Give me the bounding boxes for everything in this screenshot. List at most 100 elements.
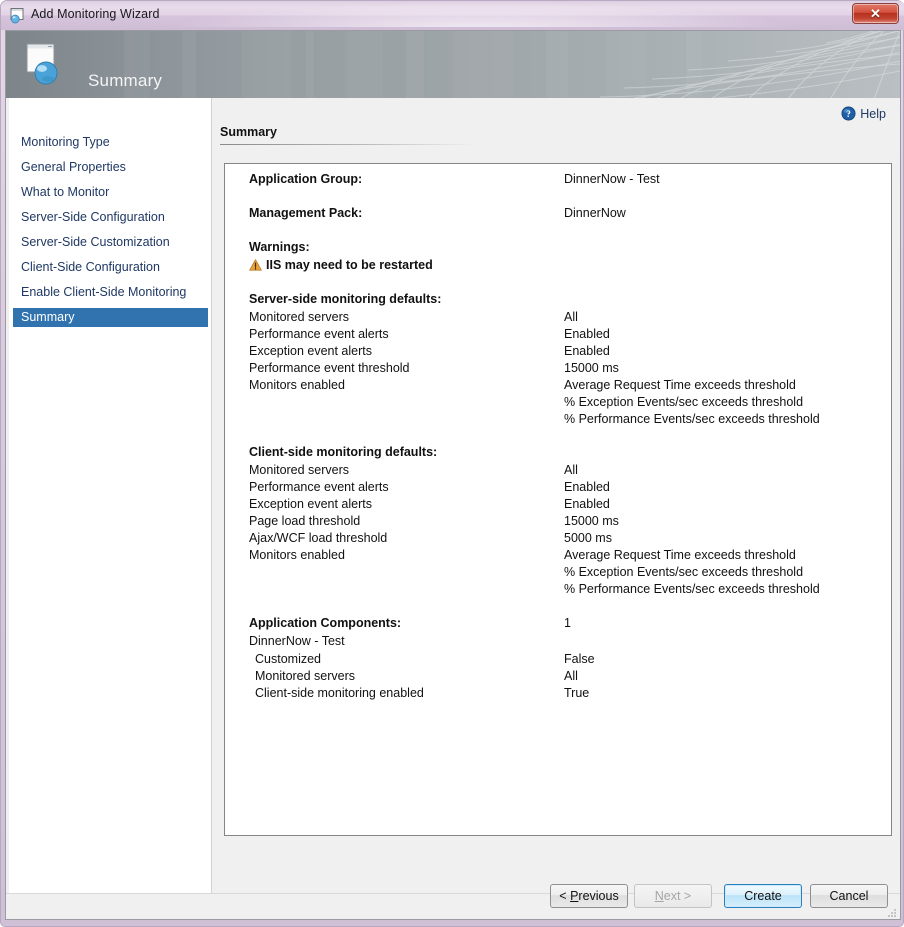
next-button: Next > <box>634 884 712 908</box>
summary-row-application-group: Application Group: DinnerNow - Test <box>225 172 891 189</box>
summary-row-server-monitors-enabled: Monitors enabledAverage Request Time exc… <box>225 378 891 395</box>
summary-value-client-ajax-wcf-load-threshold: 5000 ms <box>564 531 612 545</box>
summary-row-client-ajax-wcf-load-threshold: Ajax/WCF load threshold 5000 ms <box>225 531 891 548</box>
summary-row-server-performance-event-threshold: Performance event threshold 15000 ms <box>225 361 891 378</box>
summary-row-component-monitored-servers: Monitored serversAll <box>225 669 891 686</box>
next-accel: N <box>655 889 664 903</box>
title-divider <box>220 144 473 145</box>
summary-value-client-monitor-performance-events: % Performance Events/sec exceeds thresho… <box>564 582 820 596</box>
cancel-label: Cancel <box>830 889 869 903</box>
summary-row-server-monitored-servers: Monitored servers All <box>225 310 891 327</box>
close-button[interactable]: ✕ <box>852 3 899 24</box>
wizard-window-icon <box>9 7 27 25</box>
cancel-button[interactable]: Cancel <box>810 884 888 908</box>
summary-value-server-monitors-enabled: Average Request Time exceeds threshold <box>564 378 796 392</box>
summary-value-client-page-load-threshold: 15000 ms <box>564 514 619 528</box>
sidebar-item-what-to-monitor[interactable]: What to Monitor <box>13 183 208 202</box>
summary-label-client-monitors-enabled: Monitors enabled <box>249 548 345 562</box>
summary-row-component-client-side-monitoring-enabled: Client-side monitoring enabled True <box>225 686 891 703</box>
summary-label-server-performance-event-alerts: Performance event alerts <box>249 327 389 341</box>
summary-value-component-monitored-servers: All <box>564 669 578 683</box>
summary-value-server-monitor-exception-events: % Exception Events/sec exceeds threshold <box>564 395 803 409</box>
summary-label-client-exception-event-alerts: Exception event alerts <box>249 497 372 511</box>
client-area: Summary Monitoring Type General Properti… <box>5 30 901 920</box>
summary-row-server-performance-event-alerts: Performance event alerts Enabled <box>225 327 891 344</box>
summary-label-component-customized: Customized <box>255 652 321 666</box>
sidebar-item-enable-client-side-monitoring[interactable]: Enable Client-Side Monitoring <box>13 283 208 302</box>
wizard-banner: Summary <box>6 31 900 98</box>
close-icon: ✕ <box>853 4 898 23</box>
summary-panel: Application Group: DinnerNow - Test Manage… <box>224 163 892 836</box>
summary-label-server-side-defaults: Server-side monitoring defaults: <box>249 292 441 306</box>
wizard-window: Add Monitoring Wizard ✕ <box>0 0 904 927</box>
summary-label-component-client-side-monitoring-enabled: Client-side monitoring enabled <box>255 686 424 700</box>
summary-value-management-pack: DinnerNow <box>564 206 626 220</box>
warning-row: IIS may need to be restarted <box>225 258 891 275</box>
question-mark-circle-icon: ? <box>841 106 856 121</box>
previous-button[interactable]: < Previous <box>550 884 628 908</box>
summary-label-management-pack: Management Pack: <box>249 206 362 220</box>
summary-row-application-components: Application Components:1 <box>225 616 891 633</box>
summary-row-component-customized: CustomizedFalse <box>225 652 891 669</box>
sidebar-item-client-side-configuration[interactable]: Client-Side Configuration <box>13 258 208 277</box>
summary-value-client-performance-event-alerts: Enabled <box>564 480 610 494</box>
warning-triangle-icon <box>249 259 262 271</box>
summary-label-client-ajax-wcf-load-threshold: Ajax/WCF load threshold <box>249 531 387 545</box>
summary-row-client-side-defaults: Client-side monitoring defaults: <box>225 445 891 462</box>
summary-value-client-exception-event-alerts: Enabled <box>564 497 610 511</box>
summary-value-application-group: DinnerNow - Test <box>564 172 660 186</box>
summary-row-client-monitors-enabled: Monitors enabledAverage Request Time exc… <box>225 548 891 565</box>
summary-label-server-performance-event-threshold: Performance event threshold <box>249 361 410 375</box>
help-label: Help <box>860 107 886 121</box>
create-label: Create <box>744 889 782 903</box>
page-with-sphere-icon <box>22 41 72 89</box>
create-button[interactable]: Create <box>724 884 802 908</box>
resize-grip-icon[interactable] <box>885 906 897 918</box>
summary-label-client-page-load-threshold: Page load threshold <box>249 514 360 528</box>
sidebar-item-monitoring-type[interactable]: Monitoring Type <box>13 133 208 152</box>
summary-label-component-dinnernow-test: DinnerNow - Test <box>249 634 345 648</box>
summary-row-server-exception-event-alerts: Exception event alertsEnabled <box>225 344 891 361</box>
title-bar: Add Monitoring Wizard ✕ <box>1 1 904 30</box>
summary-value-client-monitored-servers: All <box>564 463 578 477</box>
summary-row-client-page-load-threshold: Page load threshold 15000 ms <box>225 514 891 531</box>
summary-value-server-monitored-servers: All <box>564 310 578 324</box>
summary-row-server-monitor-exception-events: % Exception Events/sec exceeds threshold <box>225 395 891 412</box>
summary-label-client-side-defaults: Client-side monitoring defaults: <box>249 445 437 459</box>
summary-label-application-group: Application Group: <box>249 172 362 186</box>
summary-value-server-performance-event-threshold: 15000 ms <box>564 361 619 375</box>
summary-label-client-performance-event-alerts: Performance event alerts <box>249 480 389 494</box>
window-title: Add Monitoring Wizard <box>31 7 160 21</box>
wizard-steps-nav: Monitoring Type General Properties What … <box>9 98 212 893</box>
warning-text: IIS may need to be restarted <box>266 258 433 272</box>
banner-title: Summary <box>88 71 162 91</box>
summary-label-client-monitored-servers: Monitored servers <box>249 463 349 477</box>
sidebar-item-server-side-configuration[interactable]: Server-Side Configuration <box>13 208 208 227</box>
summary-value-server-performance-event-alerts: Enabled <box>564 327 610 341</box>
content-pane: ? Help Summary Application Group: DinnerN… <box>212 98 900 893</box>
summary-value-component-client-side-monitoring-enabled: True <box>564 686 589 700</box>
sidebar-item-server-side-customization[interactable]: Server-Side Customization <box>13 233 208 252</box>
summary-row-server-side-defaults: Server-side monitoring defaults: <box>225 292 891 309</box>
page-title: Summary <box>220 125 277 139</box>
summary-value-server-monitor-performance-events: % Performance Events/sec exceeds thresho… <box>564 412 820 426</box>
summary-value-client-monitor-exception-events: % Exception Events/sec exceeds threshold <box>564 565 803 579</box>
sidebar-item-general-properties[interactable]: General Properties <box>13 158 208 177</box>
summary-label-server-exception-event-alerts: Exception event alerts <box>249 344 372 358</box>
summary-row-management-pack: Management Pack: DinnerNow <box>225 206 891 223</box>
summary-row-component-dinnernow-test: DinnerNow - Test <box>225 634 891 651</box>
summary-value-application-components: 1 <box>564 616 571 630</box>
summary-row-client-exception-event-alerts: Exception event alerts Enabled <box>225 497 891 514</box>
previous-label-rest: revious <box>578 889 618 903</box>
svg-text:?: ? <box>846 110 851 120</box>
sidebar-item-summary[interactable]: Summary <box>13 308 208 327</box>
summary-row-client-monitor-performance-events: % Performance Events/sec exceeds thresho… <box>225 582 891 599</box>
footer-bar: < Previous Next > Create Cancel <box>6 893 900 920</box>
titlebar-glow <box>161 1 801 27</box>
help-link[interactable]: ? Help <box>841 106 886 121</box>
summary-row-client-monitored-servers: Monitored servers All <box>225 463 891 480</box>
summary-label-warnings: Warnings: <box>249 240 310 254</box>
summary-row-warnings: Warnings: <box>225 240 891 257</box>
summary-label-server-monitored-servers: Monitored servers <box>249 310 349 324</box>
next-label-rest: ext > <box>664 889 691 903</box>
